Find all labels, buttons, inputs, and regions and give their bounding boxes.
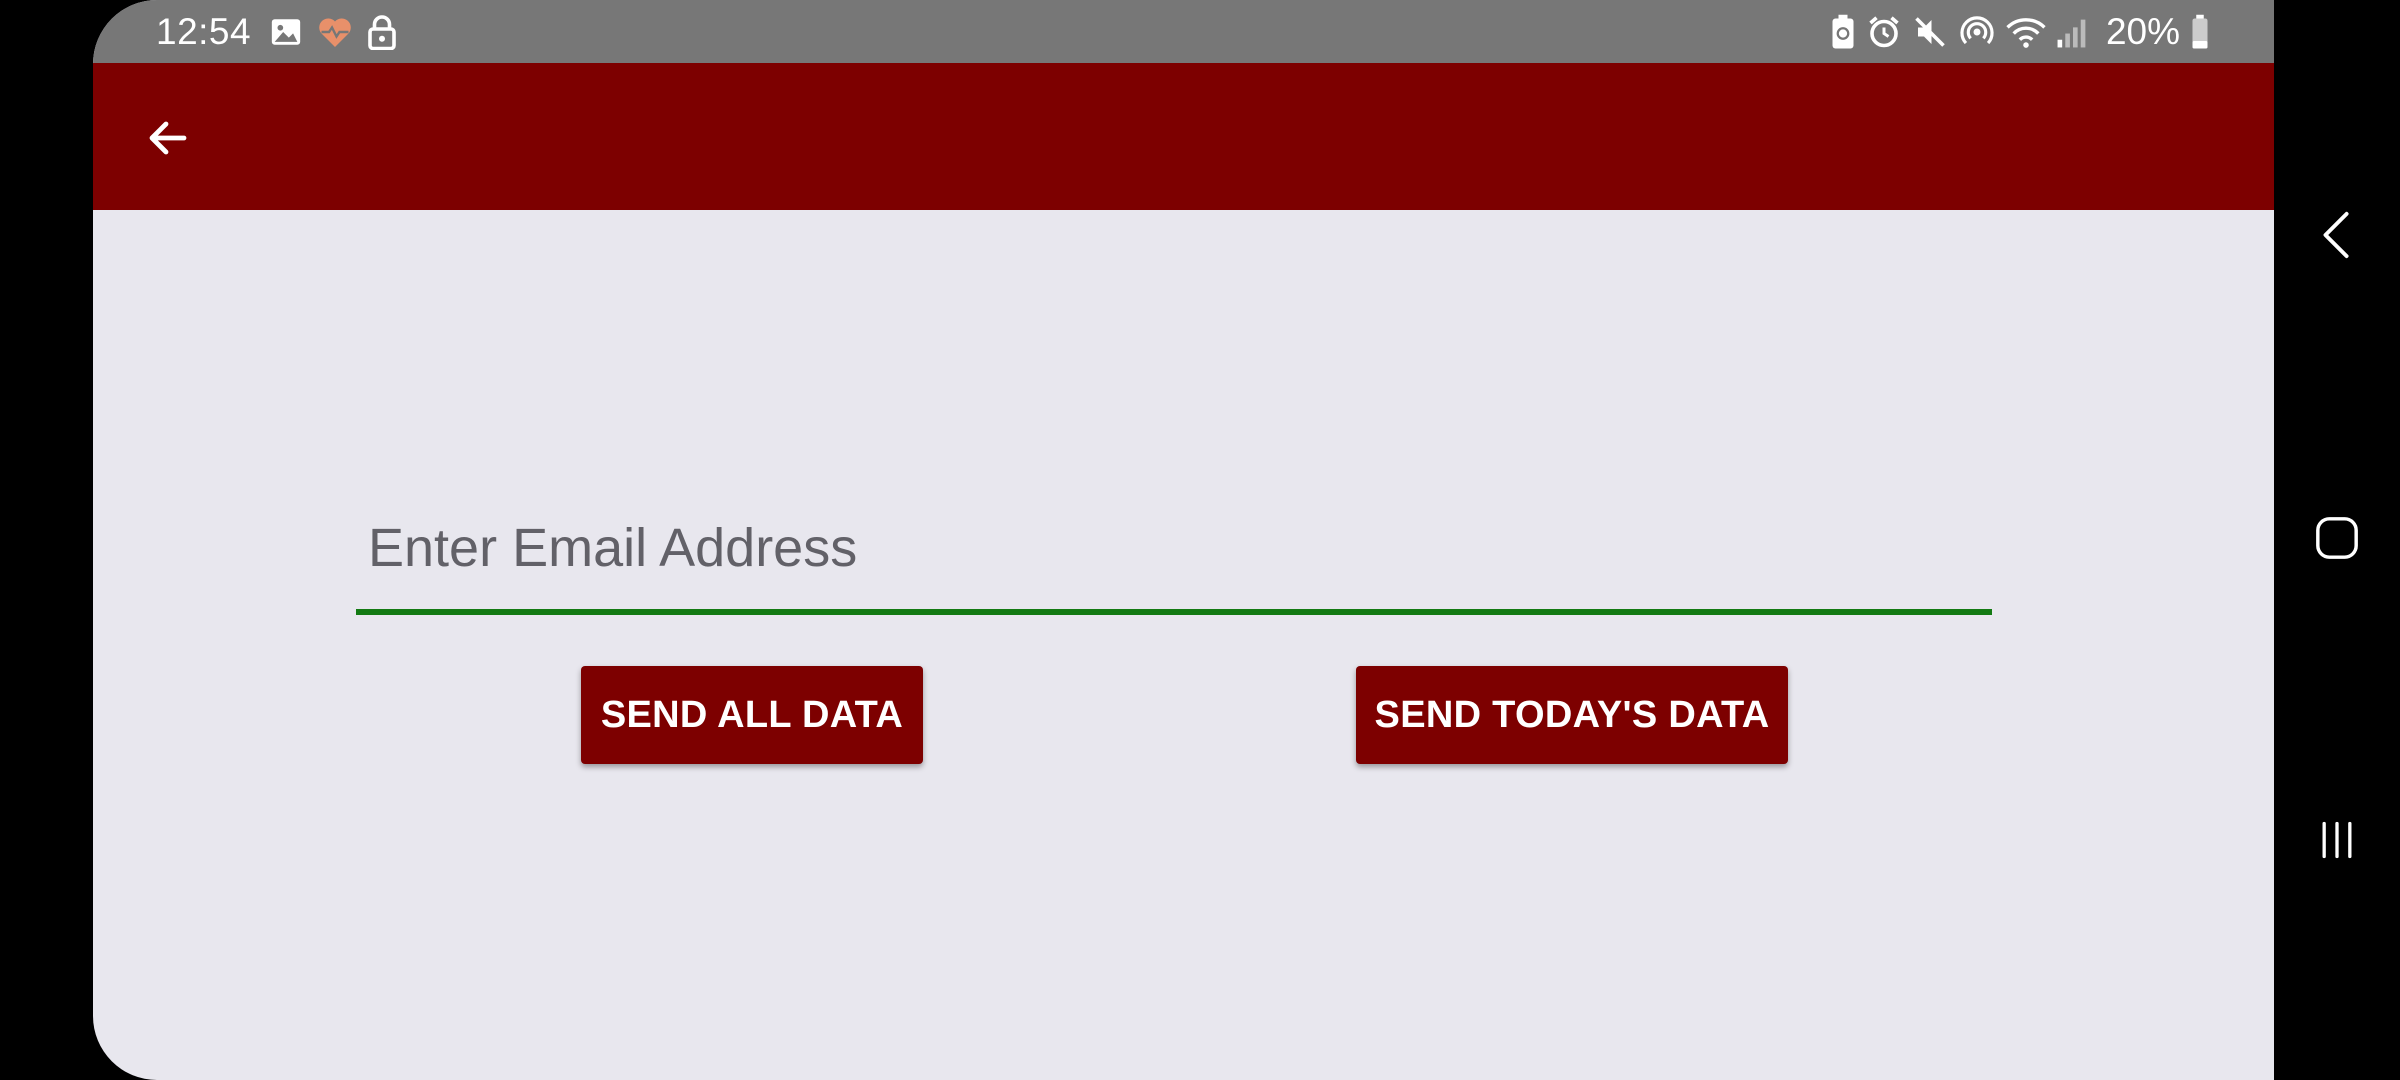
status-time: 12:54 <box>156 10 252 52</box>
battery-icon <box>2190 14 2210 50</box>
alarm-icon <box>1866 14 1902 50</box>
status-bar: 12:54 20% <box>93 0 2274 63</box>
send-todays-data-button[interactable]: SEND TODAY'S DATA <box>1356 666 1788 764</box>
status-bar-left: 12:54 <box>156 0 397 63</box>
app-bar <box>93 63 2274 210</box>
status-bar-right: 20% <box>1830 0 2210 63</box>
image-icon <box>269 15 303 49</box>
mute-icon <box>1912 14 1948 50</box>
nav-recents-icon[interactable] <box>2274 790 2400 890</box>
email-field[interactable] <box>356 500 1992 615</box>
battery-saver-icon <box>1830 14 1856 50</box>
nav-back-icon[interactable] <box>2274 185 2400 285</box>
wifi-icon <box>2006 15 2046 49</box>
battery-percent: 20% <box>2105 10 2180 52</box>
health-icon <box>317 15 353 49</box>
send-all-data-button[interactable]: SEND ALL DATA <box>581 666 923 764</box>
app-screen: 12:54 20% Enter Email Address SEND ALL D… <box>93 0 2274 1080</box>
nav-home-icon[interactable] <box>2274 488 2400 588</box>
lock-icon <box>367 14 397 50</box>
back-arrow-icon[interactable] <box>133 103 203 173</box>
navigation-bar <box>2274 0 2400 1080</box>
hotspot-icon <box>1958 13 1996 51</box>
signal-icon <box>2056 15 2090 49</box>
